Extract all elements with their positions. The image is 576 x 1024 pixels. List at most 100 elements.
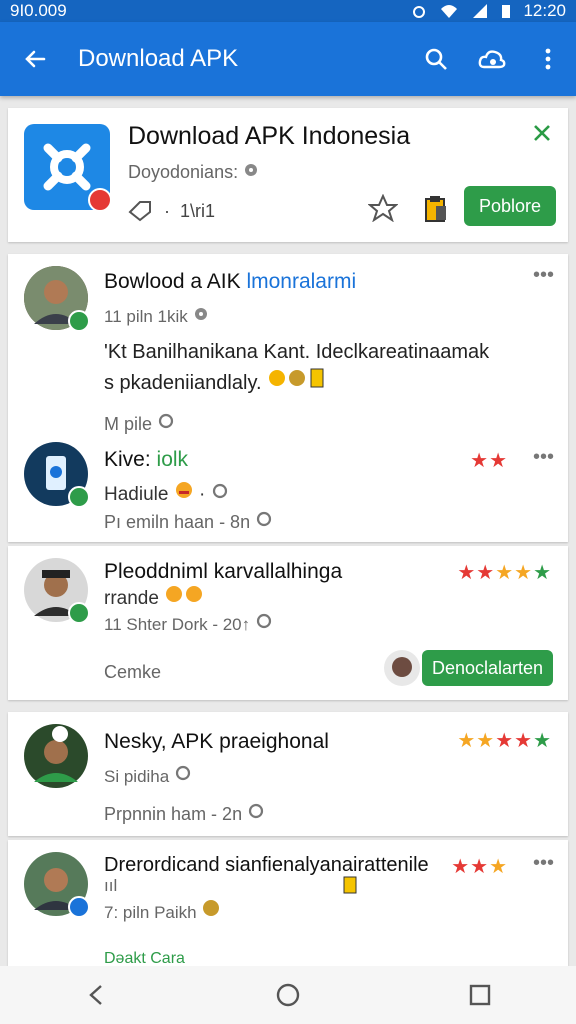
app-title: Download APK Indonesia [128, 122, 411, 150]
post-meta: 11 piln 1kik [104, 306, 209, 327]
refresh-icon [256, 613, 271, 629]
post-line-2: rrande [104, 584, 208, 610]
post-footer-text: Cemke [104, 662, 162, 682]
verified-badge [88, 188, 112, 212]
avatar[interactable] [24, 266, 90, 332]
mini-avatar[interactable] [384, 650, 420, 686]
online-badge [68, 896, 90, 918]
avatar[interactable] [24, 442, 90, 508]
app-bar: Download APK [0, 22, 576, 96]
rating-stars: ★★★★★ [457, 730, 552, 752]
post-meta: 7: piln Paikh [104, 898, 221, 923]
post-meta: Hadiule · [104, 480, 229, 506]
app-subtitle-text: Doyodonians: [128, 162, 239, 182]
emoji-icon [175, 482, 192, 498]
post-author-name: Nesky, APK praeighonal [104, 730, 329, 753]
clipboard-button[interactable] [422, 194, 450, 229]
post-card-1: Bowlood a AIK lmonralarmi ••• 11 piln 1k… [8, 254, 568, 542]
post-author-name: Pleoddniml karvallalhinga [104, 560, 343, 583]
avatar[interactable] [24, 724, 88, 788]
close-button[interactable] [532, 122, 552, 150]
meta-separator: · [199, 484, 206, 505]
post-card-4: Drerordicand sianfienalyanairattenile ıı… [8, 840, 568, 967]
app-meta: · 1\ri1 [128, 200, 215, 222]
signal-icon [473, 4, 488, 18]
post-meta-text: 11 piln 1kik [104, 307, 188, 326]
post-footer-text: Pı emiln haan - 8n [104, 512, 251, 532]
more-menu-button[interactable] [520, 47, 576, 71]
refresh-icon [212, 483, 227, 499]
post-footer: Prpnnin ham - 2n [104, 802, 265, 825]
page-title: Download APK [78, 45, 239, 72]
rating-stars: ★★★★★ [457, 562, 552, 584]
nav-home-icon [276, 983, 300, 1007]
rating-stars: ★★ [470, 450, 508, 472]
search-button[interactable] [408, 46, 464, 72]
post-more-button[interactable]: ••• [533, 852, 554, 875]
post-author: Kive: iolk [104, 448, 188, 472]
post-more-button[interactable]: ••• [533, 446, 554, 469]
post-meta: 11 Shter Dork - 20↑ [104, 612, 273, 635]
settings-icon [245, 164, 258, 176]
post-footer-text: M pile [104, 414, 153, 434]
post-body-line-1: 'Kt Banilhanikana Kant. Ideclkareatinaam… [104, 341, 490, 363]
wifi-icon [441, 5, 458, 18]
post-footer: M pile [104, 412, 175, 435]
post-card-3: Nesky, APK praeighonal ★★★★★ Si pidiha P… [8, 712, 568, 836]
cloud-gear-icon [478, 50, 506, 69]
post-meta-text: 7: piln Paikh [104, 903, 197, 922]
emoji-icon [269, 368, 324, 388]
post-footer-text: Prpnnin ham - 2n [104, 804, 243, 824]
avatar[interactable] [24, 852, 90, 918]
nav-back-button[interactable] [56, 983, 136, 1007]
download-button[interactable]: Denoclalarten [422, 650, 554, 686]
post-body-line-2-text: s pkadeniiandlaly. [104, 372, 262, 394]
status-bar: 9I0.009 12:20 [0, 0, 576, 22]
post-author-name: Drerordicand sianfienalyanairattenile [104, 854, 429, 876]
rating-stars: ★★★ [451, 856, 508, 878]
clipboard-icon [425, 196, 446, 222]
post-body: 'Kt Banilhanikana Kant. Ideclkareatinaam… [104, 338, 544, 398]
more-vert-icon [545, 48, 551, 70]
close-icon [534, 125, 550, 141]
clipboard-icon [343, 876, 357, 894]
online-badge [68, 310, 90, 332]
post-author-line-2: ııl [104, 876, 118, 895]
cloud-button[interactable] [464, 46, 520, 72]
post-meta: Si pidiha [104, 764, 192, 787]
post-author-name: Kive: [104, 448, 151, 471]
search-icon [425, 48, 447, 70]
alarm-icon [413, 6, 426, 18]
status-time: 12:20 [523, 1, 566, 20]
nav-home-button[interactable] [248, 982, 328, 1008]
post-meta-text: Hadiule [104, 484, 169, 505]
star-outline-icon [367, 193, 399, 223]
refresh-icon [248, 803, 264, 819]
post-body-line-2: s pkadeniiandlaly. [104, 367, 544, 398]
refresh-icon [158, 413, 174, 429]
primary-action-button[interactable]: Poblore [464, 186, 556, 226]
favorite-button[interactable] [367, 193, 399, 227]
nav-back-icon [89, 985, 102, 1005]
post-footer: Pı emiln haan - 8n [104, 510, 273, 533]
system-nav-bar [0, 966, 576, 1024]
battery-icon [502, 5, 511, 18]
online-badge [68, 486, 90, 508]
app-meta-text: 1\ri1 [180, 200, 216, 221]
nav-recents-button[interactable] [440, 983, 520, 1007]
post-author-name: Bowlood a AIK [104, 270, 241, 293]
post-author-accent: lmonralarmi [246, 270, 357, 293]
arrow-back-icon [25, 50, 46, 68]
post-more-button[interactable]: ••• [533, 264, 554, 287]
avatar[interactable] [24, 558, 90, 624]
nav-recents-icon [469, 984, 491, 1006]
app-subtitle: Doyodonians: [128, 162, 259, 183]
post-line-2-text: rrande [104, 588, 159, 609]
settings-icon [194, 308, 207, 320]
emoji-icon [166, 586, 203, 602]
tag-icon [128, 201, 151, 222]
online-badge [68, 602, 90, 624]
back-button[interactable] [0, 46, 70, 72]
meta-separator: · [164, 200, 170, 221]
post-meta-text: 11 Shter Dork - 20↑ [104, 615, 251, 634]
